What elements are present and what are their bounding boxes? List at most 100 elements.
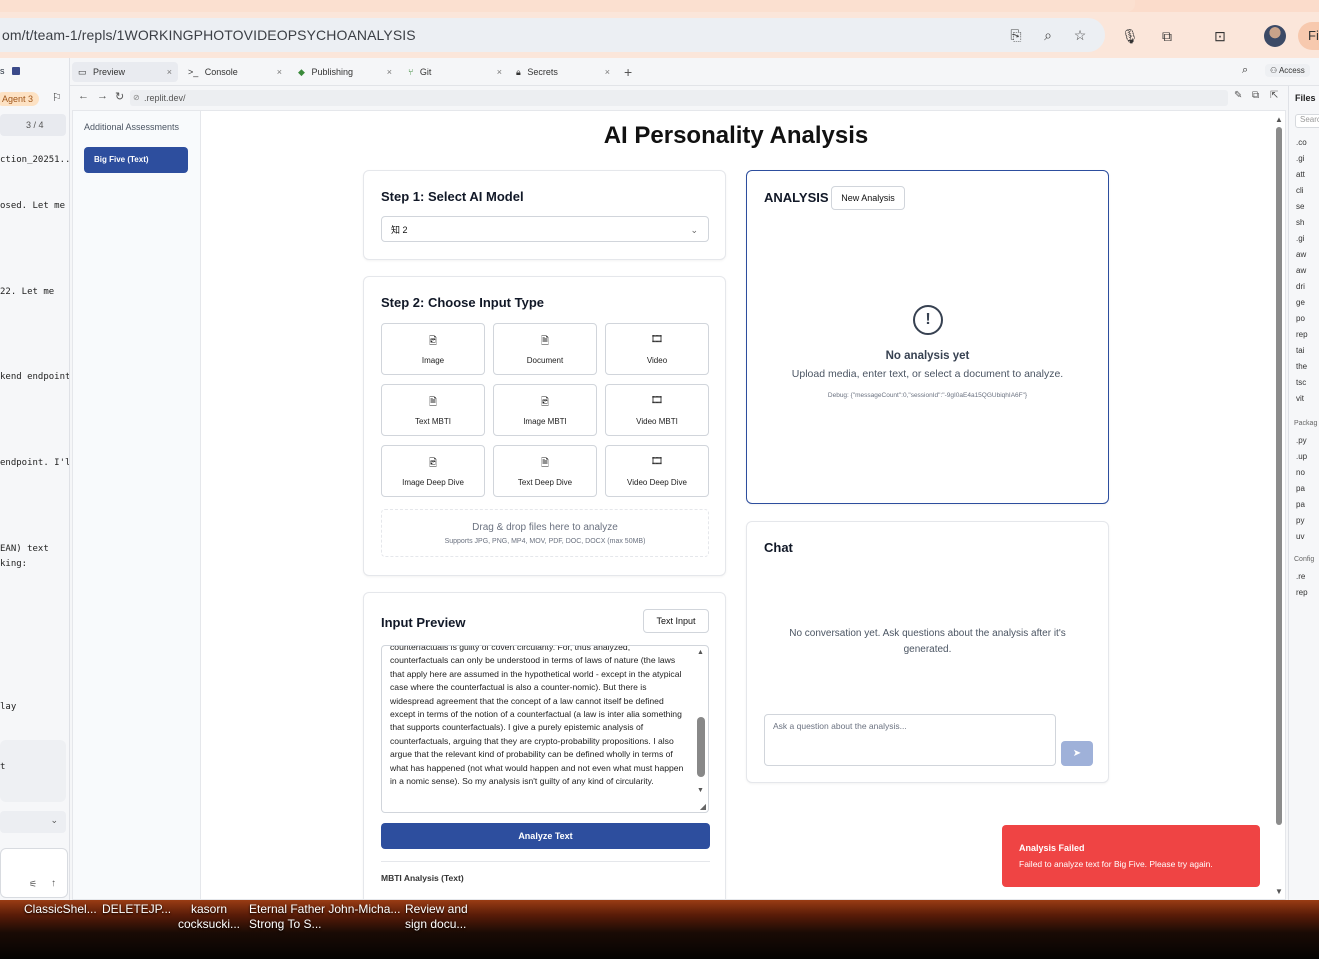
input-type-image[interactable]: 🖻 Image (381, 323, 485, 375)
scroll-up-icon[interactable]: ▲ (697, 649, 704, 656)
taskbar-item[interactable]: DELETEJP... (102, 902, 171, 917)
tab-preview[interactable]: ▭ Preview × (72, 62, 178, 82)
files-search-input[interactable]: Search (1295, 114, 1319, 128)
scroll-up-icon[interactable]: ▲ (1275, 115, 1283, 124)
file-item[interactable]: po (1296, 314, 1305, 323)
preview-url-field[interactable]: ⊘ .replit.dev/ (130, 90, 1228, 106)
file-item[interactable]: .gi (1296, 234, 1304, 243)
add-tab-button[interactable]: + (624, 62, 632, 82)
input-type-image-mbti[interactable]: 🖻 Image MBTI (493, 384, 597, 436)
flag-icon[interactable]: ⚐ (52, 91, 62, 104)
textarea-scrollbar[interactable]: ▲ ▼ (696, 649, 706, 797)
package-item[interactable]: .up (1296, 452, 1307, 461)
taskbar-item[interactable]: ClassicShel... (24, 902, 97, 917)
file-dropzone[interactable]: Drag & drop files here to analyze Suppor… (381, 509, 709, 557)
config-item[interactable]: .re (1296, 572, 1305, 581)
search-icon[interactable]: ⌕ (1242, 64, 1248, 77)
devtools-wrench-icon[interactable]: ✎ (1234, 90, 1242, 101)
file-item[interactable]: rep (1296, 330, 1308, 339)
screens-icon[interactable]: ⧉ (1252, 90, 1259, 101)
scroll-down-icon[interactable]: ▼ (697, 787, 704, 794)
input-type-image-deep-dive[interactable]: 🖻 Image Deep Dive (381, 445, 485, 497)
tab-publishing[interactable]: ◆ Publishing × (292, 62, 398, 82)
tab-console[interactable]: >_ Console × (182, 62, 288, 82)
tab-search-icon[interactable]: ⊡ (1210, 26, 1230, 46)
input-type-video-deep-dive[interactable]: 🎞 Video Deep Dive (605, 445, 709, 497)
new-analysis-button[interactable]: New Analysis (831, 186, 905, 210)
package-item[interactable]: pa (1296, 500, 1305, 509)
file-item[interactable]: tai (1296, 346, 1304, 355)
input-type-video[interactable]: 🎞 Video (605, 323, 709, 375)
access-button[interactable]: ⚇ Access (1265, 64, 1310, 77)
package-item[interactable]: no (1296, 468, 1305, 477)
address-url[interactable]: om/t/team-1/repls/1WORKINGPHOTOVIDEOPSYC… (2, 27, 416, 43)
profile-button[interactable]: Fi (1298, 22, 1319, 50)
send-button[interactable]: ➤ (1061, 741, 1093, 766)
forward-arrow-icon[interactable]: → (97, 90, 108, 102)
package-item[interactable]: py (1296, 516, 1304, 525)
file-item[interactable]: the (1296, 362, 1307, 371)
extensions-icon[interactable]: ⧉ (1157, 26, 1177, 46)
agent-badge[interactable]: Agent 3 (0, 92, 40, 106)
scroll-thumb[interactable] (697, 717, 705, 777)
bookmark-star-icon[interactable]: ☆ (1071, 26, 1089, 44)
close-icon[interactable]: × (605, 62, 610, 82)
taskbar-item[interactable]: kasorn cocksucki... (178, 902, 240, 932)
ai-model-select[interactable]: 知 2 ⌄ (381, 216, 709, 242)
close-icon[interactable]: × (277, 62, 282, 82)
file-item[interactable]: aw (1296, 266, 1306, 275)
file-item[interactable]: dri (1296, 282, 1305, 291)
file-item[interactable]: sh (1296, 218, 1304, 227)
file-item[interactable]: cli (1296, 186, 1304, 195)
agent-card[interactable]: t (0, 740, 66, 802)
panel-toggle-icon[interactable] (12, 67, 20, 75)
close-icon[interactable]: × (387, 62, 392, 82)
file-item[interactable]: se (1296, 202, 1304, 211)
package-item[interactable]: pa (1296, 484, 1305, 493)
file-item[interactable]: vit (1296, 394, 1304, 403)
agent-tab-stub[interactable]: s (0, 66, 5, 76)
resize-handle-icon[interactable]: ◢ (700, 802, 706, 811)
file-item[interactable]: aw (1296, 250, 1306, 259)
config-item[interactable]: rep (1296, 588, 1308, 597)
input-type-document[interactable]: 🗎 Document (493, 323, 597, 375)
chat-question-input[interactable]: Ask a question about the analysis... (764, 714, 1056, 766)
reload-icon[interactable]: ↻ (115, 90, 124, 103)
file-item[interactable]: tsc (1296, 378, 1306, 387)
profile-avatar[interactable] (1264, 25, 1286, 47)
file-item[interactable]: att (1296, 170, 1305, 179)
task-progress[interactable]: 3 / 4 (0, 114, 66, 136)
error-toast[interactable]: Analysis Failed Failed to analyze text f… (1002, 825, 1260, 887)
scroll-down-icon[interactable]: ▼ (1275, 887, 1283, 896)
file-item[interactable]: .gi (1296, 154, 1304, 163)
input-type-text-deep-dive[interactable]: 🗎 Text Deep Dive (493, 445, 597, 497)
install-app-icon[interactable]: ⎘ (1007, 26, 1025, 44)
microphone-icon[interactable]: 🎙︎ (1120, 26, 1140, 46)
big-five-text-button[interactable]: Big Five (Text) (84, 147, 188, 173)
back-arrow-icon[interactable]: ← (78, 90, 89, 102)
file-item[interactable]: ge (1296, 298, 1305, 307)
send-arrow-icon[interactable]: ↑ (51, 878, 56, 889)
analyze-text-button[interactable]: Analyze Text (381, 823, 710, 849)
file-item[interactable]: .co (1296, 138, 1307, 147)
tab-git[interactable]: ⑂ Git × (402, 62, 508, 82)
package-item[interactable]: .py (1296, 436, 1307, 445)
preview-scrollbar[interactable]: ▲ ▼ (1273, 113, 1285, 899)
input-type-video-mbti[interactable]: 🎞 Video MBTI (605, 384, 709, 436)
package-item[interactable]: uv (1296, 532, 1304, 541)
settings-sliders-icon[interactable]: ⚟ (29, 879, 37, 890)
agent-mode-select[interactable]: ⌄ (0, 811, 66, 833)
close-icon[interactable]: × (497, 62, 502, 82)
tab-secrets[interactable]: 🔒︎ Secrets × (510, 62, 616, 82)
open-external-icon[interactable]: ⇱ (1270, 90, 1278, 101)
address-bar[interactable]: om/t/team-1/repls/1WORKINGPHOTOVIDEOPSYC… (0, 18, 1105, 52)
text-input-area[interactable]: counterfactuals is guilty of covert circ… (381, 645, 709, 813)
taskbar-item[interactable]: Eternal Father John-Micha... Strong To S… (249, 902, 400, 932)
zoom-icon[interactable]: ⌕ (1039, 26, 1057, 44)
text-input-button[interactable]: Text Input (643, 609, 709, 633)
close-icon[interactable]: × (167, 62, 172, 82)
taskbar-item[interactable]: Review and sign docu... (405, 902, 468, 932)
scroll-thumb[interactable] (1276, 127, 1282, 825)
browser-tab[interactable] (0, 0, 1135, 12)
input-type-text-mbti[interactable]: 🗎 Text MBTI (381, 384, 485, 436)
